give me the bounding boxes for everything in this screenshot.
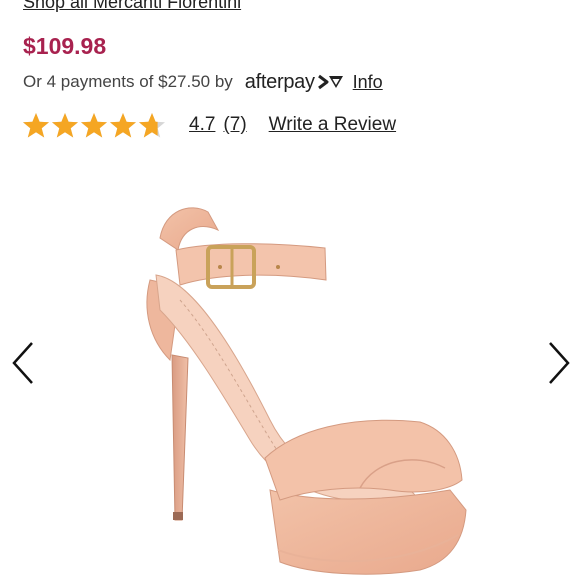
product-price: $109.98 xyxy=(23,33,107,59)
chevron-left-icon xyxy=(12,342,33,384)
carousel-next-button[interactable] xyxy=(544,338,574,388)
rating-value-link[interactable]: 4.7 xyxy=(189,114,215,136)
afterpay-logo: afterpay xyxy=(245,71,345,94)
chevron-right-icon xyxy=(549,342,570,384)
shop-all-brand-link[interactable]: Shop all Mercanti Fiorentini xyxy=(23,0,241,13)
afterpay-info-link[interactable]: Info xyxy=(353,72,383,93)
rating-row: 4.7 (7) Write a Review xyxy=(22,110,396,140)
star-icon xyxy=(23,112,49,137)
afterpay-wordmark: afterpay xyxy=(244,70,315,93)
star-rating[interactable] xyxy=(22,112,167,139)
star-icon xyxy=(110,112,136,137)
write-review-link[interactable]: Write a Review xyxy=(269,114,396,136)
installment-info: Or 4 payments of $27.50 by afterpay Info xyxy=(23,70,383,94)
pink-platform-sandal-image xyxy=(146,207,467,575)
carousel-prev-button[interactable] xyxy=(8,338,38,388)
product-page: Shop all Mercanti Fiorentini $109.98 Or … xyxy=(0,0,580,579)
afterpay-arrows-icon xyxy=(317,74,343,90)
star-icon xyxy=(139,112,165,137)
star-icon xyxy=(81,112,107,137)
star-icon xyxy=(52,112,78,137)
installment-text: Or 4 payments of $27.50 by xyxy=(23,72,233,91)
review-count-link[interactable]: (7) xyxy=(223,114,246,136)
